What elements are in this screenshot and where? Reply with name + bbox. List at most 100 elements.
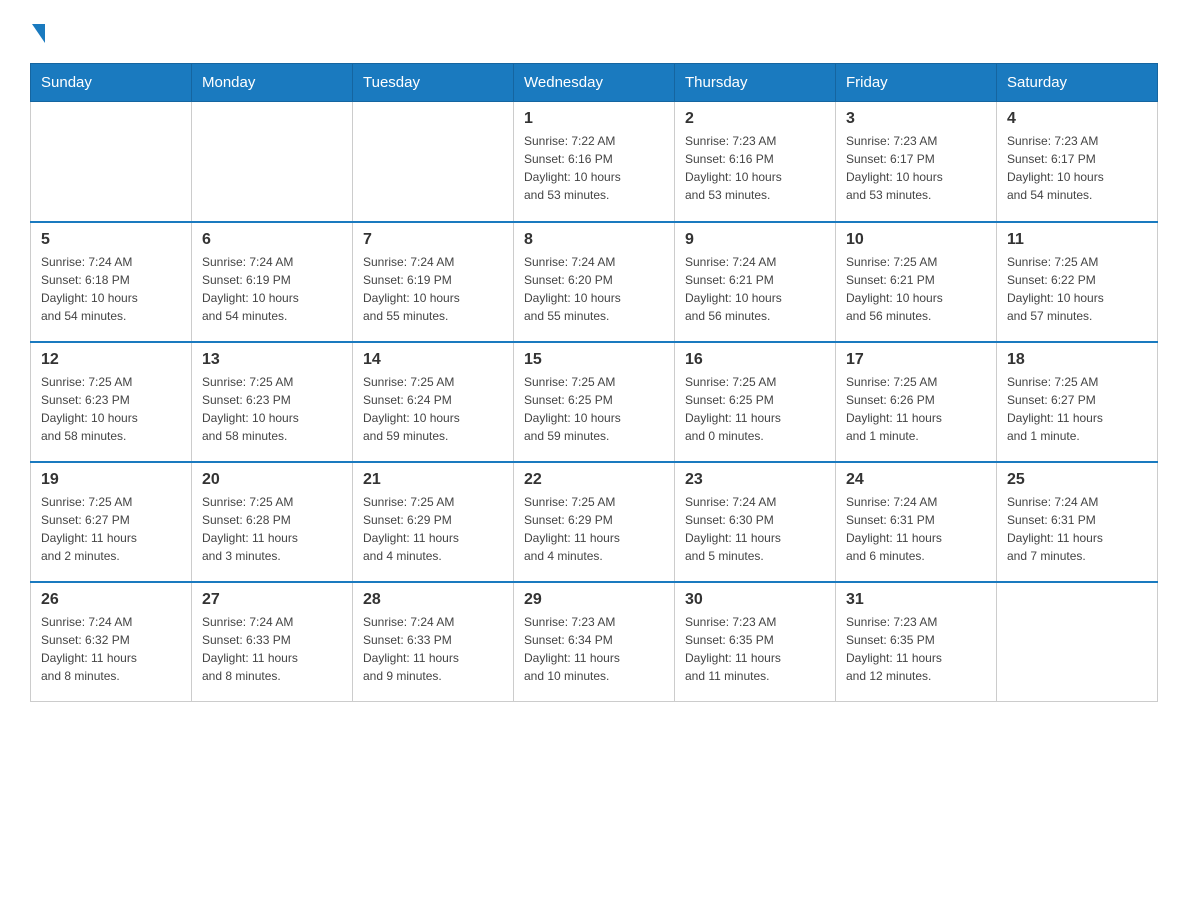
- day-info: Sunrise: 7:25 AM Sunset: 6:21 PM Dayligh…: [846, 253, 986, 325]
- day-info: Sunrise: 7:25 AM Sunset: 6:23 PM Dayligh…: [41, 373, 181, 445]
- day-number: 16: [685, 351, 825, 369]
- calendar-cell: 13 Sunrise: 7:25 AM Sunset: 6:23 PM Dayli…: [192, 342, 353, 462]
- day-number: 15: [524, 351, 664, 369]
- header-sunday: Sunday: [31, 64, 192, 102]
- calendar-week-row: 12 Sunrise: 7:25 AM Sunset: 6:23 PM Dayli…: [31, 342, 1158, 462]
- day-info: Sunrise: 7:23 AM Sunset: 6:16 PM Dayligh…: [685, 132, 825, 204]
- day-number: 28: [363, 591, 503, 609]
- header-saturday: Saturday: [997, 64, 1158, 102]
- calendar-week-row: 1 Sunrise: 7:22 AM Sunset: 6:16 PM Daylig…: [31, 102, 1158, 222]
- day-info: Sunrise: 7:25 AM Sunset: 6:22 PM Dayligh…: [1007, 253, 1147, 325]
- calendar-cell: [997, 582, 1158, 702]
- day-number: 24: [846, 471, 986, 489]
- day-number: 12: [41, 351, 181, 369]
- day-number: 7: [363, 231, 503, 249]
- day-info: Sunrise: 7:24 AM Sunset: 6:19 PM Dayligh…: [363, 253, 503, 325]
- day-info: Sunrise: 7:25 AM Sunset: 6:29 PM Dayligh…: [363, 493, 503, 565]
- calendar-cell: [31, 102, 192, 222]
- day-info: Sunrise: 7:24 AM Sunset: 6:32 PM Dayligh…: [41, 613, 181, 685]
- day-info: Sunrise: 7:23 AM Sunset: 6:35 PM Dayligh…: [846, 613, 986, 685]
- calendar-cell: 15 Sunrise: 7:25 AM Sunset: 6:25 PM Dayli…: [514, 342, 675, 462]
- weekday-header-row: Sunday Monday Tuesday Wednesday Thursday…: [31, 64, 1158, 102]
- header-monday: Monday: [192, 64, 353, 102]
- day-number: 18: [1007, 351, 1147, 369]
- day-info: Sunrise: 7:25 AM Sunset: 6:28 PM Dayligh…: [202, 493, 342, 565]
- day-info: Sunrise: 7:24 AM Sunset: 6:20 PM Dayligh…: [524, 253, 664, 325]
- day-number: 13: [202, 351, 342, 369]
- day-info: Sunrise: 7:25 AM Sunset: 6:26 PM Dayligh…: [846, 373, 986, 445]
- day-number: 21: [363, 471, 503, 489]
- day-info: Sunrise: 7:25 AM Sunset: 6:27 PM Dayligh…: [41, 493, 181, 565]
- header-friday: Friday: [836, 64, 997, 102]
- day-number: 6: [202, 231, 342, 249]
- day-number: 8: [524, 231, 664, 249]
- day-info: Sunrise: 7:24 AM Sunset: 6:18 PM Dayligh…: [41, 253, 181, 325]
- day-info: Sunrise: 7:25 AM Sunset: 6:29 PM Dayligh…: [524, 493, 664, 565]
- day-info: Sunrise: 7:25 AM Sunset: 6:25 PM Dayligh…: [524, 373, 664, 445]
- calendar-cell: 31 Sunrise: 7:23 AM Sunset: 6:35 PM Dayli…: [836, 582, 997, 702]
- day-number: 11: [1007, 231, 1147, 249]
- day-info: Sunrise: 7:23 AM Sunset: 6:17 PM Dayligh…: [846, 132, 986, 204]
- day-info: Sunrise: 7:25 AM Sunset: 6:27 PM Dayligh…: [1007, 373, 1147, 445]
- calendar-cell: 29 Sunrise: 7:23 AM Sunset: 6:34 PM Dayli…: [514, 582, 675, 702]
- calendar-cell: 11 Sunrise: 7:25 AM Sunset: 6:22 PM Dayli…: [997, 222, 1158, 342]
- calendar-cell: 8 Sunrise: 7:24 AM Sunset: 6:20 PM Daylig…: [514, 222, 675, 342]
- day-number: 26: [41, 591, 181, 609]
- calendar-cell: 25 Sunrise: 7:24 AM Sunset: 6:31 PM Dayli…: [997, 462, 1158, 582]
- calendar-cell: 7 Sunrise: 7:24 AM Sunset: 6:19 PM Daylig…: [353, 222, 514, 342]
- calendar-cell: 20 Sunrise: 7:25 AM Sunset: 6:28 PM Dayli…: [192, 462, 353, 582]
- day-number: 29: [524, 591, 664, 609]
- calendar-cell: 21 Sunrise: 7:25 AM Sunset: 6:29 PM Dayli…: [353, 462, 514, 582]
- calendar-cell: 30Sunrise: 7:23 AM Sunset: 6:35 PM Dayli…: [675, 582, 836, 702]
- header-thursday: Thursday: [675, 64, 836, 102]
- day-number: 22: [524, 471, 664, 489]
- calendar-cell: [353, 102, 514, 222]
- day-info: Sunrise: 7:24 AM Sunset: 6:30 PM Dayligh…: [685, 493, 825, 565]
- calendar-cell: 28 Sunrise: 7:24 AM Sunset: 6:33 PM Dayli…: [353, 582, 514, 702]
- calendar-cell: 18 Sunrise: 7:25 AM Sunset: 6:27 PM Dayli…: [997, 342, 1158, 462]
- day-number: 5: [41, 231, 181, 249]
- calendar-cell: 16 Sunrise: 7:25 AM Sunset: 6:25 PM Dayli…: [675, 342, 836, 462]
- day-number: 1: [524, 110, 664, 128]
- logo: [30, 20, 45, 43]
- calendar-cell: 12 Sunrise: 7:25 AM Sunset: 6:23 PM Dayli…: [31, 342, 192, 462]
- day-info: Sunrise: 7:24 AM Sunset: 6:31 PM Dayligh…: [846, 493, 986, 565]
- day-info: Sunrise: 7:24 AM Sunset: 6:19 PM Dayligh…: [202, 253, 342, 325]
- day-number: 30: [685, 591, 825, 609]
- day-number: 25: [1007, 471, 1147, 489]
- day-number: 17: [846, 351, 986, 369]
- day-info: Sunrise: 7:24 AM Sunset: 6:21 PM Dayligh…: [685, 253, 825, 325]
- day-info: Sunrise: 7:22 AM Sunset: 6:16 PM Dayligh…: [524, 132, 664, 204]
- day-number: 31: [846, 591, 986, 609]
- day-number: 23: [685, 471, 825, 489]
- calendar-week-row: 19 Sunrise: 7:25 AM Sunset: 6:27 PM Dayli…: [31, 462, 1158, 582]
- calendar-cell: 27 Sunrise: 7:24 AM Sunset: 6:33 PM Dayli…: [192, 582, 353, 702]
- calendar-week-row: 26 Sunrise: 7:24 AM Sunset: 6:32 PM Dayli…: [31, 582, 1158, 702]
- calendar-cell: 4Sunrise: 7:23 AM Sunset: 6:17 PM Daylig…: [997, 102, 1158, 222]
- calendar-cell: 17 Sunrise: 7:25 AM Sunset: 6:26 PM Dayli…: [836, 342, 997, 462]
- day-number: 27: [202, 591, 342, 609]
- calendar-cell: 23 Sunrise: 7:24 AM Sunset: 6:30 PM Dayli…: [675, 462, 836, 582]
- day-number: 4: [1007, 110, 1147, 128]
- day-number: 20: [202, 471, 342, 489]
- day-info: Sunrise: 7:25 AM Sunset: 6:24 PM Dayligh…: [363, 373, 503, 445]
- day-number: 14: [363, 351, 503, 369]
- calendar-cell: 5 Sunrise: 7:24 AM Sunset: 6:18 PM Daylig…: [31, 222, 192, 342]
- day-info: Sunrise: 7:24 AM Sunset: 6:33 PM Dayligh…: [363, 613, 503, 685]
- day-info: Sunrise: 7:25 AM Sunset: 6:25 PM Dayligh…: [685, 373, 825, 445]
- day-info: Sunrise: 7:24 AM Sunset: 6:31 PM Dayligh…: [1007, 493, 1147, 565]
- calendar-cell: 19 Sunrise: 7:25 AM Sunset: 6:27 PM Dayli…: [31, 462, 192, 582]
- day-number: 2: [685, 110, 825, 128]
- day-info: Sunrise: 7:24 AM Sunset: 6:33 PM Dayligh…: [202, 613, 342, 685]
- day-info: Sunrise: 7:25 AM Sunset: 6:23 PM Dayligh…: [202, 373, 342, 445]
- header-wednesday: Wednesday: [514, 64, 675, 102]
- calendar-cell: 1 Sunrise: 7:22 AM Sunset: 6:16 PM Daylig…: [514, 102, 675, 222]
- calendar-body: 1 Sunrise: 7:22 AM Sunset: 6:16 PM Daylig…: [31, 102, 1158, 702]
- calendar-week-row: 5 Sunrise: 7:24 AM Sunset: 6:18 PM Daylig…: [31, 222, 1158, 342]
- calendar-cell: 26 Sunrise: 7:24 AM Sunset: 6:32 PM Dayli…: [31, 582, 192, 702]
- day-number: 19: [41, 471, 181, 489]
- header-tuesday: Tuesday: [353, 64, 514, 102]
- day-number: 9: [685, 231, 825, 249]
- calendar-cell: 24 Sunrise: 7:24 AM Sunset: 6:31 PM Dayli…: [836, 462, 997, 582]
- day-info: Sunrise: 7:23 AM Sunset: 6:34 PM Dayligh…: [524, 613, 664, 685]
